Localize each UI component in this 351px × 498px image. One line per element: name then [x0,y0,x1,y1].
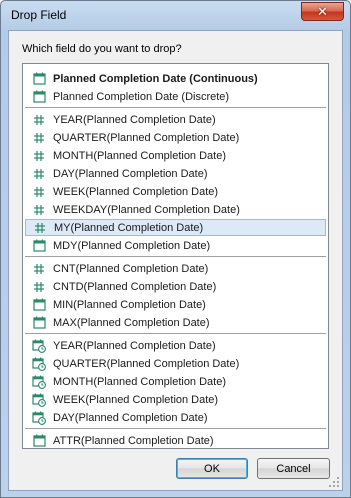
calendar-clock-icon [31,392,47,408]
field-option[interactable]: MIN(Planned Completion Date) [25,296,326,313]
hash-icon [31,279,47,295]
field-option-label: Planned Completion Date (Discrete) [53,90,230,103]
field-option-label: MIN(Planned Completion Date) [53,298,206,311]
hash-icon [31,148,47,164]
group-separator [25,107,326,108]
field-option[interactable]: Planned Completion Date (Discrete) [25,88,326,105]
field-option[interactable]: WEEKDAY(Planned Completion Date) [25,201,326,218]
field-option-label: MY(Planned Completion Date) [54,221,204,234]
field-option-label: MDY(Planned Completion Date) [53,239,211,252]
field-option[interactable]: WEEK(Planned Completion Date) [25,391,326,408]
calendar-icon [31,238,47,254]
field-option[interactable]: MAX(Planned Completion Date) [25,314,326,331]
hash-icon [31,184,47,200]
field-option[interactable]: CNTD(Planned Completion Date) [25,278,326,295]
field-option-label: QUARTER(Planned Completion Date) [53,131,240,144]
calendar-icon [31,315,47,331]
field-option-label: Planned Completion Date (Continuous) [53,72,258,85]
calendar-clock-icon [31,374,47,390]
group-separator [25,428,326,429]
drop-field-dialog: Drop Field ✕ Which field do you want to … [0,0,351,498]
field-option-label: ATTR(Planned Completion Date) [53,434,214,447]
calendar-clock-icon [31,410,47,426]
field-option-label: CNTD(Planned Completion Date) [53,280,217,293]
field-option-label: YEAR(Planned Completion Date) [53,113,216,126]
field-option-label: WEEK(Planned Completion Date) [53,185,219,198]
field-option-label: MONTH(Planned Completion Date) [53,375,227,388]
field-option[interactable]: MY(Planned Completion Date) [25,219,326,236]
field-option-label: DAY(Planned Completion Date) [53,411,208,424]
field-option[interactable]: CNT(Planned Completion Date) [25,260,326,277]
field-option[interactable]: MONTH(Planned Completion Date) [25,373,326,390]
window-title: Drop Field [11,8,67,22]
field-option-label: DAY(Planned Completion Date) [53,167,208,180]
calendar-icon [31,297,47,313]
hash-icon [31,261,47,277]
field-option[interactable]: DAY(Planned Completion Date) [25,165,326,182]
group-separator [25,333,326,334]
field-option-label: QUARTER(Planned Completion Date) [53,357,240,370]
field-option-label: WEEK(Planned Completion Date) [53,393,219,406]
hash-icon [31,130,47,146]
field-option[interactable]: YEAR(Planned Completion Date) [25,337,326,354]
hash-icon [31,112,47,128]
calendar-clock-icon [31,338,47,354]
field-option-label: CNT(Planned Completion Date) [53,262,209,275]
hash-icon [31,202,47,218]
calendar-icon [31,71,47,87]
title-bar[interactable]: Drop Field ✕ [1,1,350,29]
dialog-body: Which field do you want to drop? Planned… [8,30,343,491]
prompt-label: Which field do you want to drop? [22,43,182,55]
calendar-clock-icon [31,356,47,372]
field-option[interactable]: WEEK(Planned Completion Date) [25,183,326,200]
field-option-label: WEEKDAY(Planned Completion Date) [53,203,240,216]
field-option[interactable]: MDY(Planned Completion Date) [25,237,326,254]
hash-icon [32,220,48,236]
field-option[interactable]: QUARTER(Planned Completion Date) [25,355,326,372]
calendar-icon [31,89,47,105]
field-options-list[interactable]: Planned Completion Date (Continuous) Plan… [22,63,329,449]
field-option-label: MAX(Planned Completion Date) [53,316,210,329]
field-option[interactable]: MONTH(Planned Completion Date) [25,147,326,164]
cancel-button[interactable]: Cancel [257,458,330,479]
field-option-label: YEAR(Planned Completion Date) [53,339,216,352]
close-button[interactable]: ✕ [301,2,344,21]
ok-button[interactable]: OK [176,458,248,479]
hash-icon [31,166,47,182]
group-separator [25,256,326,257]
field-option[interactable]: QUARTER(Planned Completion Date) [25,129,326,146]
field-option[interactable]: Planned Completion Date (Continuous) [25,70,326,87]
close-icon: ✕ [317,4,328,19]
field-option[interactable]: YEAR(Planned Completion Date) [25,111,326,128]
field-option[interactable]: ATTR(Planned Completion Date) [25,432,326,449]
calendar-icon [31,433,47,449]
field-option-label: MONTH(Planned Completion Date) [53,149,227,162]
field-option[interactable]: DAY(Planned Completion Date) [25,409,326,426]
resize-grip-icon[interactable] [328,476,340,488]
